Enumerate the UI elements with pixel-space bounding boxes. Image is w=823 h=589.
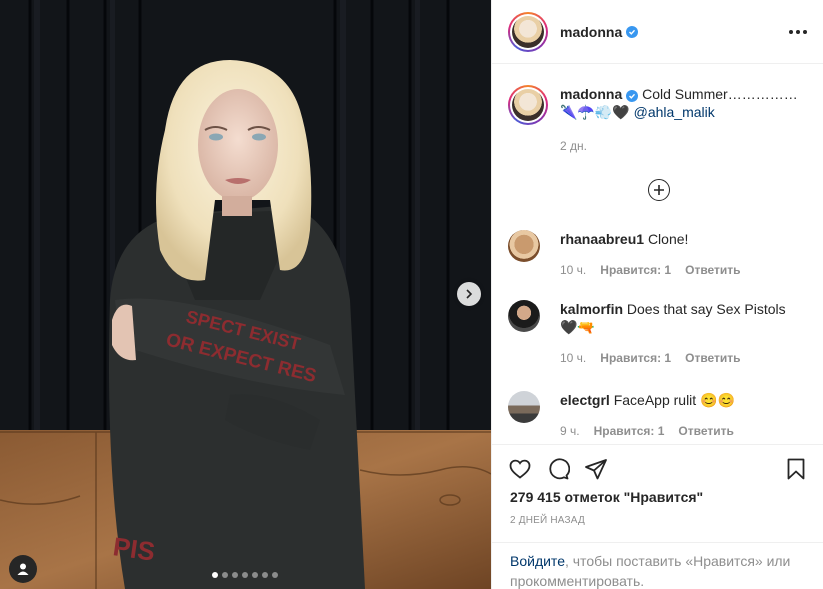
load-more-comments-button[interactable] bbox=[648, 179, 670, 201]
author-username[interactable]: madonna bbox=[560, 24, 622, 40]
comment-username[interactable]: electgrl bbox=[560, 392, 610, 408]
caption-mention-link[interactable]: @ahla_malik bbox=[634, 104, 715, 120]
carousel-dot bbox=[252, 572, 258, 578]
like-button[interactable] bbox=[508, 457, 532, 481]
comment-item: kalmorfin Does that say Sex Pistols 🖤🔫 1… bbox=[508, 300, 808, 367]
caption-time[interactable]: 2 дн. bbox=[560, 137, 808, 155]
instagram-post-view: SPECT EXIST OR EXPECT RES PIS madonna ma… bbox=[0, 0, 823, 589]
post-side-panel: madonna madonna Cold Summer……………🌂☂️💨🖤 @a… bbox=[491, 0, 823, 589]
comment-text: Clone! bbox=[647, 231, 689, 247]
save-button[interactable] bbox=[784, 457, 808, 481]
carousel-dot bbox=[242, 572, 248, 578]
commenter-avatar[interactable] bbox=[508, 391, 540, 423]
paper-plane-icon bbox=[585, 459, 607, 480]
comment-likes[interactable]: Нравится: 1 bbox=[600, 261, 671, 279]
bookmark-icon bbox=[787, 458, 805, 480]
carousel-dot bbox=[262, 572, 268, 578]
next-slide-button[interactable] bbox=[457, 282, 481, 306]
carousel-dot bbox=[232, 572, 238, 578]
comments-section: madonna Cold Summer……………🌂☂️💨🖤 @ahla_mali… bbox=[492, 65, 823, 443]
more-options-button[interactable] bbox=[789, 24, 807, 40]
login-link[interactable]: Войдите bbox=[510, 553, 565, 569]
comment-likes[interactable]: Нравится: 1 bbox=[594, 422, 665, 440]
carousel-dot bbox=[222, 572, 228, 578]
commenter-avatar[interactable] bbox=[508, 300, 540, 332]
user-icon bbox=[17, 563, 29, 575]
post-photo[interactable]: SPECT EXIST OR EXPECT RES PIS bbox=[0, 0, 491, 589]
comment-time[interactable]: 9 ч. bbox=[560, 422, 580, 440]
comment-text: FaceApp rulit 😊😊 bbox=[613, 392, 735, 408]
comment-time[interactable]: 10 ч. bbox=[560, 349, 586, 367]
comment-username[interactable]: kalmorfin bbox=[560, 301, 623, 317]
avatar-image bbox=[512, 89, 544, 121]
carousel-indicator bbox=[212, 572, 278, 578]
like-count[interactable]: 279 415 отметок "Нравится" bbox=[492, 483, 823, 505]
comment-likes[interactable]: Нравится: 1 bbox=[600, 349, 671, 367]
comment-username[interactable]: rhanaabreu1 bbox=[560, 231, 644, 247]
verified-badge-icon bbox=[626, 25, 639, 38]
login-prompt: Войдите, чтобы поставить «Нравится» или … bbox=[492, 542, 823, 589]
comment-button[interactable] bbox=[546, 457, 570, 481]
carousel-dot bbox=[212, 572, 218, 578]
author-avatar[interactable] bbox=[508, 11, 548, 52]
comment-bubble-icon bbox=[549, 458, 570, 480]
heart-icon bbox=[509, 459, 531, 479]
comment-item: electgrl FaceApp rulit 😊😊 9 ч. Нравится:… bbox=[508, 391, 808, 440]
reply-button[interactable]: Ответить bbox=[678, 422, 733, 440]
plus-icon bbox=[654, 185, 664, 195]
verified-badge-icon bbox=[626, 90, 639, 102]
comment-time[interactable]: 10 ч. bbox=[560, 261, 586, 279]
post-header: madonna bbox=[492, 0, 823, 64]
post-actions: 279 415 отметок "Нравится" 2 ДНЕЙ НАЗАД … bbox=[492, 444, 823, 589]
chevron-right-icon bbox=[466, 289, 473, 299]
avatar-image bbox=[512, 15, 544, 48]
tagged-users-button[interactable] bbox=[9, 555, 37, 583]
carousel-dot bbox=[272, 572, 278, 578]
post-date[interactable]: 2 ДНЕЙ НАЗАД bbox=[492, 505, 823, 526]
share-button[interactable] bbox=[584, 457, 608, 481]
reply-button[interactable]: Ответить bbox=[685, 349, 740, 367]
commenter-avatar[interactable] bbox=[508, 230, 540, 262]
comment-item: rhanaabreu1 Clone! 10 ч. Нравится: 1 Отв… bbox=[508, 230, 808, 279]
photo-illustration: SPECT EXIST OR EXPECT RES PIS bbox=[0, 0, 491, 589]
reply-button[interactable]: Ответить bbox=[685, 261, 740, 279]
post-caption: madonna Cold Summer……………🌂☂️💨🖤 @ahla_mali… bbox=[492, 65, 823, 155]
caption-avatar[interactable] bbox=[508, 85, 548, 125]
svg-text:PIS: PIS bbox=[111, 531, 157, 567]
caption-username[interactable]: madonna bbox=[560, 86, 622, 102]
